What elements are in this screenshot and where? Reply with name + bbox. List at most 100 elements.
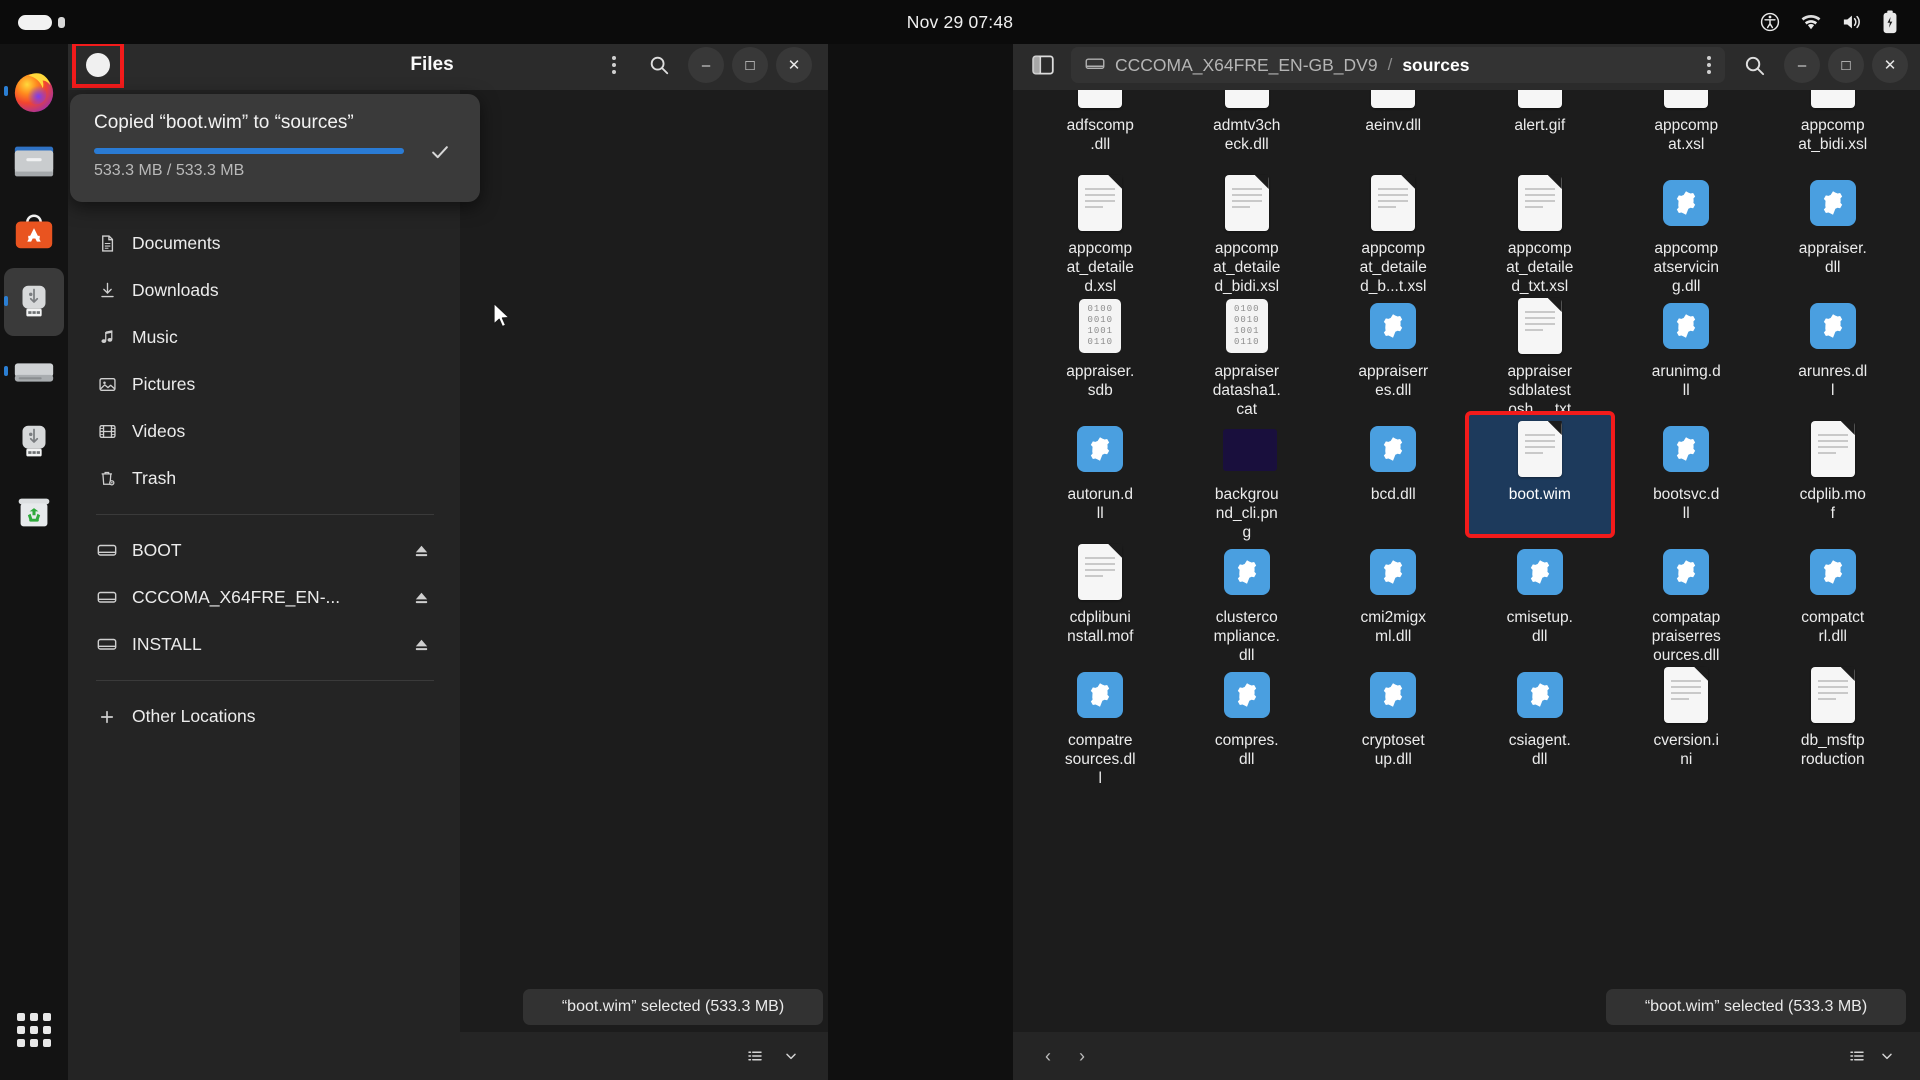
file-item[interactable]: arunimg.d ll	[1613, 290, 1760, 413]
file-item[interactable]: aeinv.dll	[1320, 90, 1467, 167]
dock-item-ubuntu-software[interactable]	[4, 198, 64, 266]
sidebar-item-boot[interactable]: BOOT	[68, 527, 460, 574]
file-item[interactable]: appraiser sdblatest osh... .txt	[1467, 290, 1614, 418]
sidebar-item-music[interactable]: Music	[68, 314, 460, 361]
file-item[interactable]: arunres.dl l	[1760, 290, 1907, 413]
file-item[interactable]: csiagent. dll	[1467, 659, 1614, 782]
sidebar-item-trash[interactable]: Trash	[68, 455, 460, 502]
file-item[interactable]: adfscomp .dll	[1027, 90, 1174, 167]
left-minimize-button[interactable]: –	[688, 47, 724, 83]
file-item[interactable]: appcomp at_detaile d_bidi.xsl	[1174, 167, 1321, 295]
right-minimize-button[interactable]: –	[1784, 47, 1820, 83]
file-grid[interactable]: adfscomp .dll admtv3ch eck.dll aeinv.dll aler…	[1013, 90, 1920, 1032]
wifi-icon[interactable]	[1799, 12, 1823, 32]
breadcrumb[interactable]: CCCOMA_X64FRE_EN-GB_DV9 / sources	[1071, 47, 1725, 83]
file-item[interactable]: appraiser. dll	[1760, 167, 1907, 290]
sidebar-item-downloads[interactable]: Downloads	[68, 267, 460, 314]
forward-button[interactable]: ›	[1065, 1041, 1099, 1071]
plus-icon	[96, 706, 118, 728]
file-name-label: compatct rl.dll	[1801, 609, 1865, 645]
activities-button[interactable]	[0, 14, 634, 30]
path-kebab-icon[interactable]	[1707, 56, 1711, 74]
file-item[interactable]: cryptoset up.dll	[1320, 659, 1467, 782]
sidebar-item-install[interactable]: INSTALL	[68, 621, 460, 668]
file-name-label: db_msftp roduction	[1800, 732, 1865, 768]
file-item[interactable]: autorun.d ll	[1027, 413, 1174, 536]
sidebar-item-documents[interactable]: Documents	[68, 220, 460, 267]
system-indicators[interactable]	[1286, 10, 1920, 34]
clock-button[interactable]: Nov 29 07:48	[634, 12, 1287, 33]
file-item[interactable]: appcomp at_detaile d_txt.xsl	[1467, 167, 1614, 295]
right-window-controls: – □ ✕	[1784, 47, 1908, 83]
file-name-label: appraiser. sdb	[1066, 363, 1135, 399]
file-item[interactable]: compatap praiserres ources.dll	[1613, 536, 1760, 664]
file-item[interactable]: appcomp at_detaile d.xsl	[1027, 167, 1174, 295]
file-item[interactable]: cversion.i ni	[1613, 659, 1760, 782]
left-sidebar: Documents Downloads Music Pictures Videos Tra…	[68, 90, 460, 1080]
dock-item-firefox[interactable]	[4, 58, 64, 126]
file-item[interactable]: bootsvc.d ll	[1613, 413, 1760, 536]
left-maximize-button[interactable]: □	[732, 47, 768, 83]
sidebar-toggle-icon[interactable]	[86, 53, 110, 77]
file-item[interactable]: bcd.dll	[1320, 413, 1467, 536]
sidebar-item-other-locations[interactable]: Other Locations	[68, 693, 460, 740]
dock-item-usb-drive-1[interactable]	[4, 268, 64, 336]
picture-icon	[96, 374, 118, 396]
right-view-options-chevron-down-icon[interactable]	[1872, 1043, 1902, 1069]
eject-icon[interactable]	[413, 636, 430, 653]
file-item[interactable]: cdplibuni nstall.mof	[1027, 536, 1174, 659]
file-item[interactable]: appraiserr es.dll	[1320, 290, 1467, 413]
file-item[interactable]: appcomp at.xsl	[1613, 90, 1760, 167]
eject-icon[interactable]	[413, 589, 430, 606]
left-close-button[interactable]: ✕	[776, 47, 812, 83]
download-icon	[96, 280, 118, 302]
file-item[interactable]: 0100 0010 1001 0110 appraiser. sdb	[1027, 290, 1174, 413]
dock-item-hard-drive[interactable]	[4, 338, 64, 406]
left-view-options-chevron-down-icon[interactable]	[776, 1043, 806, 1069]
file-item[interactable]: alert.gif	[1467, 90, 1614, 167]
file-item[interactable]: compres. dll	[1174, 659, 1321, 782]
file-item[interactable]: cmi2migx ml.dll	[1320, 536, 1467, 659]
file-name-label: cmisetup. dll	[1506, 609, 1573, 645]
file-name-label: clusterco mpliance. dll	[1213, 609, 1280, 664]
file-item[interactable]: cmisetup. dll	[1467, 536, 1614, 659]
left-search-icon[interactable]	[648, 54, 670, 76]
file-item[interactable]: compatct rl.dll	[1760, 536, 1907, 659]
file-item[interactable]: backgrou nd_cli.pn g	[1174, 413, 1321, 541]
right-sidebar-toggle-icon[interactable]	[1025, 54, 1061, 76]
file-item[interactable]: appcomp at_detaile d_b...t.xsl	[1320, 167, 1467, 295]
sidebar-item-pictures[interactable]: Pictures	[68, 361, 460, 408]
file-item[interactable]: admtv3ch eck.dll	[1174, 90, 1321, 167]
desktop-root: Nov 29 07:48 Files – □ ✕ Documents Downl…	[0, 0, 1920, 1080]
file-item-selected[interactable]: boot.wim	[1464, 411, 1615, 538]
left-path-kebab-icon[interactable]	[612, 56, 616, 74]
accessibility-icon[interactable]	[1759, 11, 1781, 33]
dock-item-usb-drive-2[interactable]	[4, 408, 64, 476]
file-item[interactable]: clusterco mpliance. dll	[1174, 536, 1321, 664]
show-applications-button[interactable]	[4, 996, 64, 1064]
battery-icon[interactable]	[1882, 10, 1898, 34]
breadcrumb-drive[interactable]: CCCOMA_X64FRE_EN-GB_DV9	[1115, 55, 1378, 76]
toast-done-checkmark-icon[interactable]	[426, 138, 454, 166]
file-item[interactable]: compatre sources.dl l	[1027, 659, 1174, 787]
sidebar-item-cccoma-x64fre-en[interactable]: CCCOMA_X64FRE_EN-...	[68, 574, 460, 621]
file-item[interactable]: appcomp atservicin g.dll	[1613, 167, 1760, 295]
file-item[interactable]: db_msftp roduction	[1760, 659, 1907, 782]
right-close-button[interactable]: ✕	[1872, 47, 1908, 83]
file-item[interactable]: cdplib.mo f	[1760, 413, 1907, 536]
left-list-view-icon[interactable]	[740, 1043, 770, 1069]
back-button[interactable]: ‹	[1031, 1041, 1065, 1071]
dock-item-trash[interactable]	[4, 478, 64, 546]
right-maximize-button[interactable]: □	[1828, 47, 1864, 83]
breadcrumb-current[interactable]: sources	[1402, 55, 1469, 76]
dock-item-files[interactable]	[4, 128, 64, 196]
right-search-icon[interactable]	[1735, 54, 1774, 77]
volume-icon[interactable]	[1841, 12, 1864, 32]
apps-grid-icon	[17, 1013, 51, 1047]
file-item[interactable]: 0100 0010 1001 0110 appraiser datasha1. cat	[1174, 290, 1321, 418]
eject-icon[interactable]	[413, 542, 430, 559]
sidebar-devices-list: BOOT CCCOMA_X64FRE_EN-... INSTALL	[68, 527, 460, 668]
file-item[interactable]: appcomp at_bidi.xsl	[1760, 90, 1907, 167]
sidebar-item-videos[interactable]: Videos	[68, 408, 460, 455]
right-list-view-icon[interactable]	[1842, 1043, 1872, 1069]
